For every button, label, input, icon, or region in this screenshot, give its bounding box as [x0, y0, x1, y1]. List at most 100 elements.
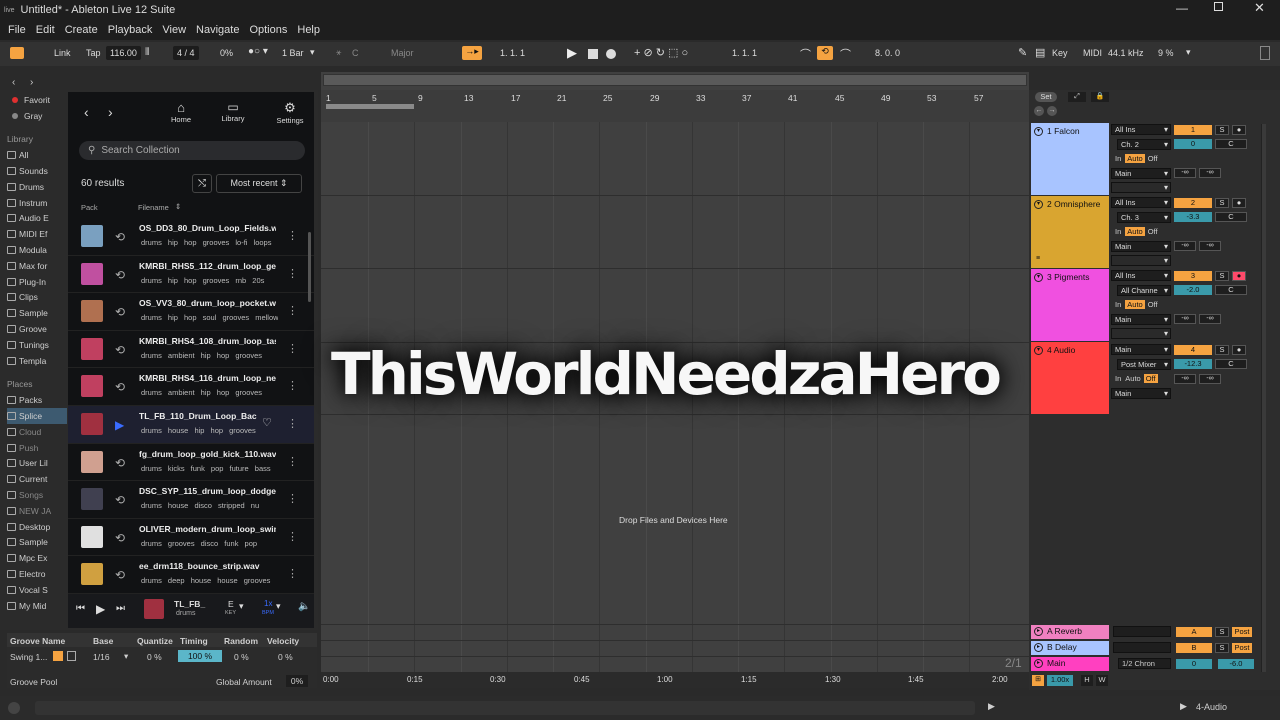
arm-icon[interactable]: ● — [1232, 198, 1246, 208]
input-type-dropdown[interactable]: All Ins — [1111, 197, 1171, 208]
menu-playback[interactable]: Playback — [108, 24, 153, 36]
sidebar-item-grooves[interactable]: Groove — [7, 321, 67, 337]
play-icon[interactable]: ▶ — [115, 418, 124, 432]
main-output-dropdown[interactable]: 1/2 Chron — [1118, 658, 1171, 669]
draw-mode-icon[interactable]: ✎ — [1018, 46, 1027, 59]
sidebar-item-max-for-live[interactable]: Max for — [7, 258, 67, 274]
return-activator[interactable]: A — [1176, 627, 1212, 637]
loop-start-field[interactable]: 1. 1. 1 — [732, 48, 757, 58]
layout-icon[interactable] — [10, 47, 24, 59]
punch-in-icon[interactable]: ⌒ — [800, 46, 811, 62]
sidebar-item-user-library[interactable]: User Lil — [7, 456, 67, 472]
search-input[interactable]: Search Collection — [101, 145, 179, 156]
follow-button[interactable]: →▸ — [462, 46, 482, 60]
menu-edit[interactable]: Edit — [36, 24, 55, 36]
more-icon[interactable]: ⋮ — [287, 304, 298, 317]
more-icon[interactable]: ⋮ — [287, 379, 298, 392]
more-icon[interactable]: ⋮ — [287, 342, 298, 355]
menu-options[interactable]: Options — [249, 24, 287, 36]
volume-field[interactable]: -3.3 — [1174, 212, 1212, 222]
sidebar-item-desktop[interactable]: Desktop — [7, 519, 67, 535]
record-mode-icon[interactable]: ●○ ▾ — [248, 46, 268, 57]
return-track-reverb[interactable]: ▸ A Reverb — [1031, 625, 1109, 639]
punch-out-icon[interactable]: ⌒ — [840, 46, 851, 62]
sidebar-item-midi-effects[interactable]: MIDI Ef — [7, 226, 67, 242]
sidebar-item-all[interactable]: All — [7, 147, 67, 163]
zoom-icon[interactable]: ⊞ — [1032, 675, 1044, 686]
tempo-field[interactable]: 116.00 — [106, 46, 141, 60]
settings-tab[interactable]: ⚙ Settings — [272, 100, 308, 125]
track-fold-icon[interactable]: ▸ — [1034, 658, 1043, 668]
output-sub-dropdown[interactable] — [1111, 328, 1171, 339]
sidebar-item-plugins[interactable]: Plug-In — [7, 274, 67, 290]
expand-icon[interactable]: ⤢ — [1068, 92, 1086, 102]
key-value[interactable]: E — [228, 599, 234, 609]
expand-right-icon[interactable]: ▶ — [988, 701, 995, 712]
play-icon[interactable]: ▶ — [567, 45, 577, 61]
track-fold-icon[interactable]: ▸ — [1034, 626, 1043, 636]
post-toggle[interactable]: Post — [1232, 643, 1252, 653]
previous-icon[interactable]: ⏮ — [76, 603, 85, 614]
track-activator[interactable]: 4 — [1174, 345, 1212, 355]
more-icon[interactable]: ⋮ — [287, 455, 298, 468]
result-row[interactable]: ⟲ OS_VV3_80_drum_loop_pocket.wav drums hip… — [68, 293, 314, 331]
solo-button[interactable]: S — [1215, 643, 1229, 653]
sidebar-item-push[interactable]: Push — [7, 440, 67, 456]
restore-icon[interactable] — [1214, 2, 1223, 11]
swing-field[interactable]: 0% — [220, 48, 233, 58]
return-track-delay[interactable]: ▸ B Delay — [1031, 641, 1109, 655]
arm-icon[interactable]: ● — [1232, 345, 1246, 355]
monitor-auto[interactable]: Auto — [1125, 300, 1145, 309]
groove-save-icon[interactable] — [67, 651, 76, 661]
splice-back-icon[interactable]: ‹ — [84, 104, 89, 120]
volume-icon[interactable]: 🔈 — [298, 601, 310, 612]
search-box[interactable]: ⚲ Search Collection — [79, 141, 305, 160]
menu-help[interactable]: Help — [297, 24, 320, 36]
monitor-auto[interactable]: Auto — [1125, 154, 1145, 163]
main-volume-left[interactable]: 0 — [1176, 659, 1212, 669]
grid-icon[interactable]: ▤ — [1035, 46, 1045, 59]
browser-back-icon[interactable]: ‹ — [12, 77, 15, 88]
shuffle-button[interactable]: ⤭ — [192, 174, 212, 193]
metronome-icon[interactable]: ⦀ — [145, 47, 149, 58]
groove-quantize-field[interactable]: 0 % — [147, 652, 162, 662]
splice-forward-icon[interactable]: › — [108, 104, 113, 120]
send-b[interactable]: -∞ — [1199, 374, 1221, 384]
solo-button[interactable]: S — [1215, 627, 1229, 637]
input-type-dropdown[interactable]: Main — [1111, 344, 1171, 355]
status-track-arrow-icon[interactable]: ▶ — [1180, 701, 1187, 712]
more-icon[interactable]: ⋮ — [287, 567, 298, 580]
result-row[interactable]: ⟲ ee_drm118_bounce_strip.wav drums deep ho… — [68, 556, 314, 594]
next-icon[interactable]: ⏭ — [116, 603, 125, 614]
sidebar-item-cloud[interactable]: Cloud — [7, 424, 67, 440]
monitor-off[interactable]: Off — [1143, 374, 1158, 383]
result-row[interactable]: ⟲ DSC_SYP_115_drum_loop_dodger drums house… — [68, 481, 314, 519]
track-fold-icon[interactable]: ▸ — [1034, 642, 1043, 652]
scroll-left-icon[interactable]: ← — [1034, 106, 1044, 116]
sidebar-item-samples[interactable]: Sample — [7, 305, 67, 321]
sidebar-item-templates[interactable]: Templa — [7, 353, 67, 369]
output-dropdown[interactable]: Main — [1111, 240, 1171, 252]
solo-button[interactable]: S — [1215, 271, 1229, 281]
stop-icon[interactable] — [588, 49, 598, 59]
lock-icon[interactable]: 🔒 — [1091, 92, 1109, 102]
menu-create[interactable]: Create — [65, 24, 98, 36]
track-fold-icon[interactable]: ▾ — [1034, 126, 1043, 136]
result-row[interactable]: ⟲ KMRBI_RHS5_112_drum_loop_get drums hip h… — [68, 256, 314, 294]
set-button[interactable]: Set — [1035, 92, 1057, 102]
browser-forward-icon[interactable]: › — [30, 77, 33, 88]
close-icon[interactable]: ✕ — [1254, 0, 1265, 16]
key-detect-icon[interactable]: ⚹ — [336, 47, 341, 58]
overdub-icon[interactable]: + ⊘ ↻ ⬚ ○ — [634, 46, 688, 59]
sidebar-item-tunings[interactable]: Tunings — [7, 337, 67, 353]
pan-field[interactable]: C — [1215, 285, 1247, 295]
track-fold-icon[interactable]: ▾ — [1034, 199, 1043, 209]
output-dropdown[interactable]: Main — [1111, 387, 1171, 399]
volume-field[interactable]: -2.0 — [1174, 285, 1212, 295]
tap-button[interactable]: Tap — [86, 48, 101, 58]
groove-name[interactable]: Swing 1... — [10, 652, 47, 662]
link-button[interactable]: Link — [54, 48, 71, 58]
more-icon[interactable]: ⋮ — [287, 492, 298, 505]
time-signature-field[interactable]: 4 / 4 — [173, 46, 199, 60]
groove-base-field[interactable]: 1/16 — [93, 652, 110, 662]
